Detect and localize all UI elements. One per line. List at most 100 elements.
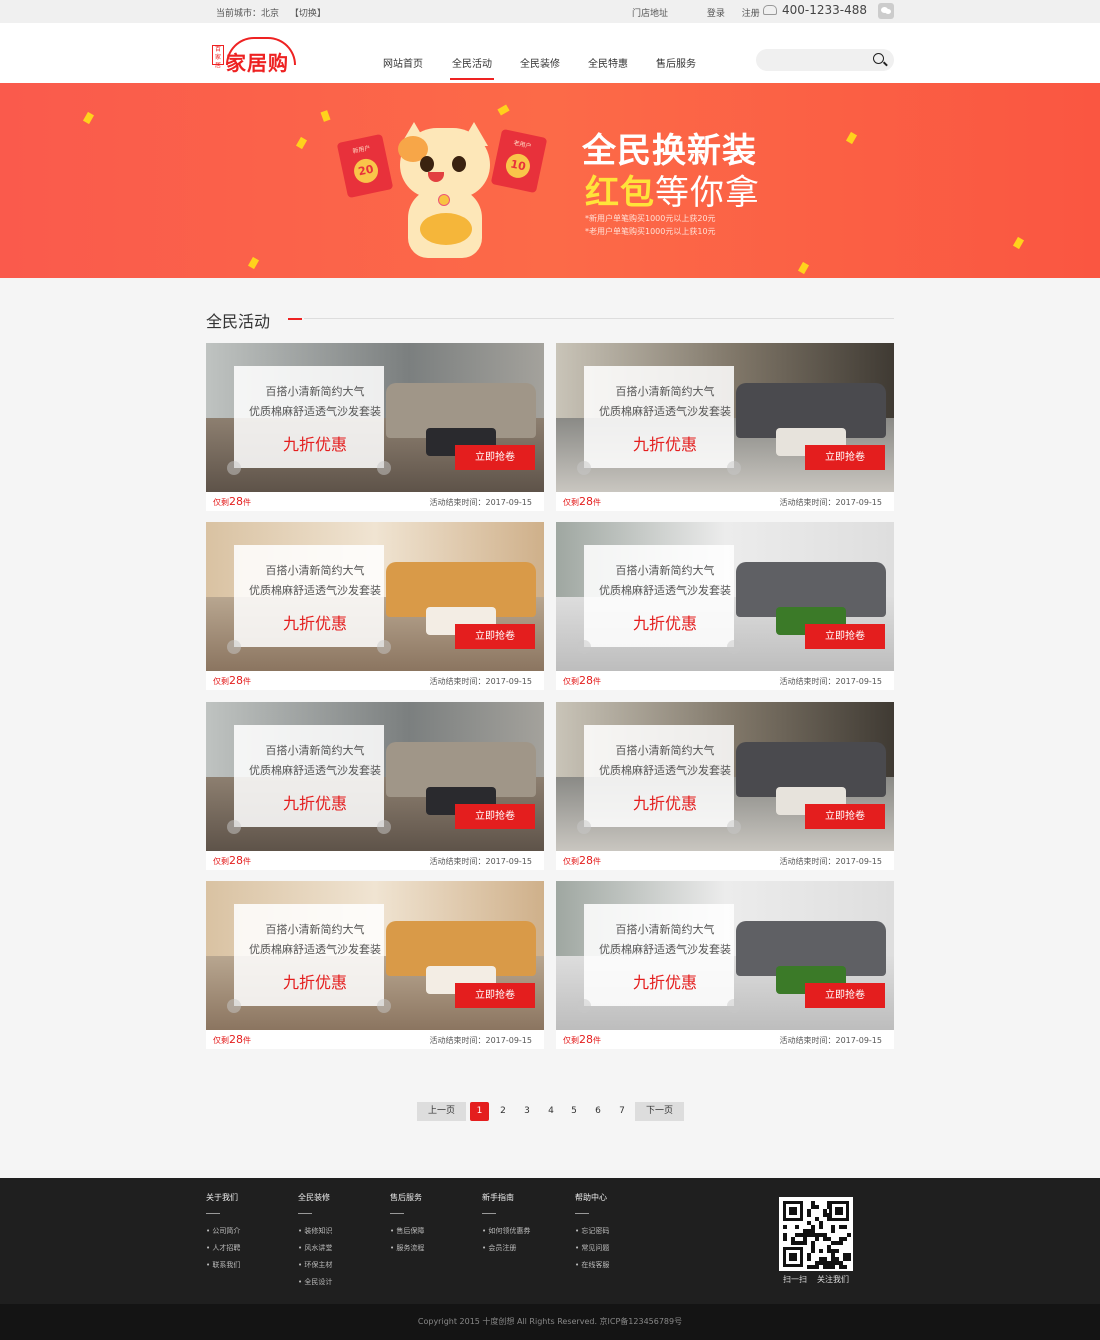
stock-prefix: 仅剩 [213, 677, 229, 686]
activity-card[interactable]: 百搭小清新简约大气 优质棉麻舒适透气沙发套装 九折优惠 立即抢卷 仅剩28件 活动结束时间… [206, 522, 544, 690]
logo-text: 家居购 [226, 51, 289, 75]
end-date: 活动结束时间：2017-09-15 [779, 857, 883, 866]
offer-discount: 九折优惠 [282, 794, 347, 813]
stock-count: 28 [229, 495, 243, 508]
offer-discount: 九折优惠 [632, 794, 697, 813]
footer-col-title: 售后服务 [390, 1193, 422, 1202]
product-image[interactable]: 百搭小清新简约大气 优质棉麻舒适透气沙发套装 九折优惠 立即抢卷 [556, 881, 894, 1030]
offer-line-2: 优质棉麻舒适透气沙发套装 [599, 943, 731, 956]
end-date: 活动结束时间：2017-09-15 [429, 677, 533, 686]
product-image[interactable]: 百搭小清新简约大气 优质棉麻舒适透气沙发套装 九折优惠 立即抢卷 [206, 343, 544, 492]
activity-card[interactable]: 百搭小清新简约大气 优质棉麻舒适透气沙发套装 九折优惠 立即抢卷 仅剩28件 活动结束时间… [556, 522, 894, 690]
footer-col-title: 关于我们 [206, 1193, 238, 1202]
stock-prefix: 仅剩 [213, 857, 229, 866]
footer-link[interactable]: • 人才招聘 [206, 1240, 240, 1257]
red-envelope-new-user: 新用户 20 [336, 133, 394, 199]
city-label: 当前城市：北京 [216, 9, 280, 19]
activity-card[interactable]: 百搭小清新简约大气 优质棉麻舒适透气沙发套装 九折优惠 立即抢卷 仅剩28件 活动结束时间… [206, 702, 544, 870]
stock-suffix: 件 [243, 1036, 251, 1045]
switch-city-link[interactable]: 【切换】 [290, 9, 326, 19]
hotline-number: 400-1233-488 [782, 3, 868, 17]
grab-coupon-button[interactable]: 立即抢卷 [805, 445, 885, 470]
footer-link[interactable]: • 服务流程 [390, 1240, 424, 1257]
footer-link[interactable]: • 环保主材 [298, 1257, 332, 1274]
offer-line-1: 百搭小清新简约大气 [615, 564, 715, 577]
stock-prefix: 仅剩 [213, 1036, 229, 1045]
section-title: 全民活动 [206, 312, 271, 331]
page-1-button[interactable]: 1 [470, 1102, 489, 1121]
grab-coupon-button[interactable]: 立即抢卷 [805, 983, 885, 1008]
grab-coupon-button[interactable]: 立即抢卷 [805, 804, 885, 829]
offer-line-1: 百搭小清新简约大气 [265, 744, 365, 757]
activity-card[interactable]: 百搭小清新简约大气 优质棉麻舒适透气沙发套装 九折优惠 立即抢卷 仅剩28件 活动结束时间… [556, 881, 894, 1049]
offer-line-1: 百搭小清新简约大气 [265, 564, 365, 577]
offer-line-1: 百搭小清新简约大气 [615, 744, 715, 757]
page-3-button[interactable]: 3 [520, 1102, 534, 1121]
nav-after-sales[interactable]: 售后服务 [656, 55, 696, 70]
page-5-button[interactable]: 5 [567, 1102, 581, 1121]
footer-link[interactable]: • 在线客服 [575, 1257, 609, 1274]
nav-activities[interactable]: 全民活动 [450, 55, 494, 80]
grab-coupon-button[interactable]: 立即抢卷 [455, 624, 535, 649]
activity-card[interactable]: 百搭小清新简约大气 优质棉麻舒适透气沙发套装 九折优惠 立即抢卷 仅剩28件 活动结束时间… [556, 702, 894, 870]
offer-line-2: 优质棉麻舒适透气沙发套装 [249, 584, 381, 597]
stock-prefix: 仅剩 [563, 677, 579, 686]
stock-count: 28 [229, 674, 243, 687]
stock-prefix: 仅剩 [213, 498, 229, 507]
product-image[interactable]: 百搭小清新简约大气 优质棉麻舒适透气沙发套装 九折优惠 立即抢卷 [556, 343, 894, 492]
grab-coupon-button[interactable]: 立即抢卷 [805, 624, 885, 649]
product-image[interactable]: 百搭小清新简约大气 优质棉麻舒适透气沙发套装 九折优惠 立即抢卷 [206, 702, 544, 851]
activity-card[interactable]: 百搭小清新简约大气 优质棉麻舒适透气沙发套装 九折优惠 立即抢卷 仅剩28件 活动结束时间… [206, 343, 544, 511]
page-2-button[interactable]: 2 [496, 1102, 510, 1121]
banner-note-old-user: *老用户单笔购买1000元以上获10元 [585, 227, 716, 236]
store-address-link[interactable]: 门店地址 [632, 9, 668, 19]
footer-link[interactable]: • 全民设计 [298, 1274, 332, 1291]
page-4-button[interactable]: 4 [544, 1102, 558, 1121]
envelope-value: 10 [503, 151, 533, 181]
footer-link[interactable]: • 会员注册 [482, 1240, 530, 1257]
prev-page-button[interactable]: 上一页 [417, 1102, 466, 1121]
product-image[interactable]: 百搭小清新简约大气 优质棉麻舒适透气沙发套装 九折优惠 立即抢卷 [206, 881, 544, 1030]
login-link[interactable]: 登录 [707, 9, 725, 19]
search-input[interactable] [766, 50, 874, 73]
product-image[interactable]: 百搭小清新简约大气 优质棉麻舒适透气沙发套装 九折优惠 立即抢卷 [556, 522, 894, 671]
promo-banner[interactable]: 新用户 20 老用户 10 全民换新装 红包等你拿 *新用户单笔购买1000元以… [0, 83, 1100, 278]
footer-col-title: 全民装修 [298, 1193, 330, 1202]
footer-col-title: 帮助中心 [575, 1193, 607, 1202]
activity-card[interactable]: 百搭小清新简约大气 优质棉麻舒适透气沙发套装 九折优惠 立即抢卷 仅剩28件 活动结束时间… [556, 343, 894, 511]
page-6-button[interactable]: 6 [591, 1102, 605, 1121]
grab-coupon-button[interactable]: 立即抢卷 [455, 983, 535, 1008]
next-page-button[interactable]: 下一页 [635, 1102, 684, 1121]
wechat-icon[interactable] [878, 3, 894, 19]
product-image[interactable]: 百搭小清新简约大气 优质棉麻舒适透气沙发套装 九折优惠 立即抢卷 [556, 702, 894, 851]
phone-icon [763, 5, 777, 15]
stock-count: 28 [579, 674, 593, 687]
stock-prefix: 仅剩 [563, 498, 579, 507]
grab-coupon-button[interactable]: 立即抢卷 [455, 804, 535, 829]
end-date: 活动结束时间：2017-09-15 [429, 498, 533, 507]
footer-link[interactable]: • 公司简介 [206, 1223, 240, 1240]
footer-link[interactable]: • 风水讲堂 [298, 1240, 332, 1257]
footer-link[interactable]: • 售后保障 [390, 1223, 424, 1240]
product-image[interactable]: 百搭小清新简约大气优质棉麻舒适透气沙发套装九折优惠立即抢卷 [206, 522, 544, 671]
activity-card[interactable]: 百搭小清新简约大气 优质棉麻舒适透气沙发套装 九折优惠 立即抢卷 仅剩28件 活动结束时间… [206, 881, 544, 1049]
stock-suffix: 件 [243, 857, 251, 866]
nav-decoration[interactable]: 全民装修 [520, 55, 560, 70]
nav-specials[interactable]: 全民特惠 [588, 55, 628, 70]
register-link[interactable]: 注册 [742, 9, 760, 19]
grab-coupon-button[interactable]: 立即抢卷 [455, 445, 535, 470]
footer-link[interactable]: • 忘记密码 [575, 1223, 609, 1240]
footer-link[interactable]: • 装修知识 [298, 1223, 332, 1240]
hotline: 400-1233-488 [763, 3, 867, 17]
stock-suffix: 件 [593, 677, 601, 686]
stock-prefix: 仅剩 [563, 857, 579, 866]
footer-link[interactable]: • 常见问题 [575, 1240, 609, 1257]
offer-discount: 九折优惠 [282, 614, 347, 633]
search-box [756, 49, 894, 73]
search-icon[interactable] [873, 53, 884, 64]
footer-link[interactable]: • 联系我们 [206, 1257, 240, 1274]
footer-link[interactable]: • 如何领优惠券 [482, 1223, 530, 1240]
nav-home[interactable]: 网站首页 [383, 55, 423, 70]
page-7-button[interactable]: 7 [615, 1102, 629, 1121]
stock-count: 28 [229, 1033, 243, 1046]
